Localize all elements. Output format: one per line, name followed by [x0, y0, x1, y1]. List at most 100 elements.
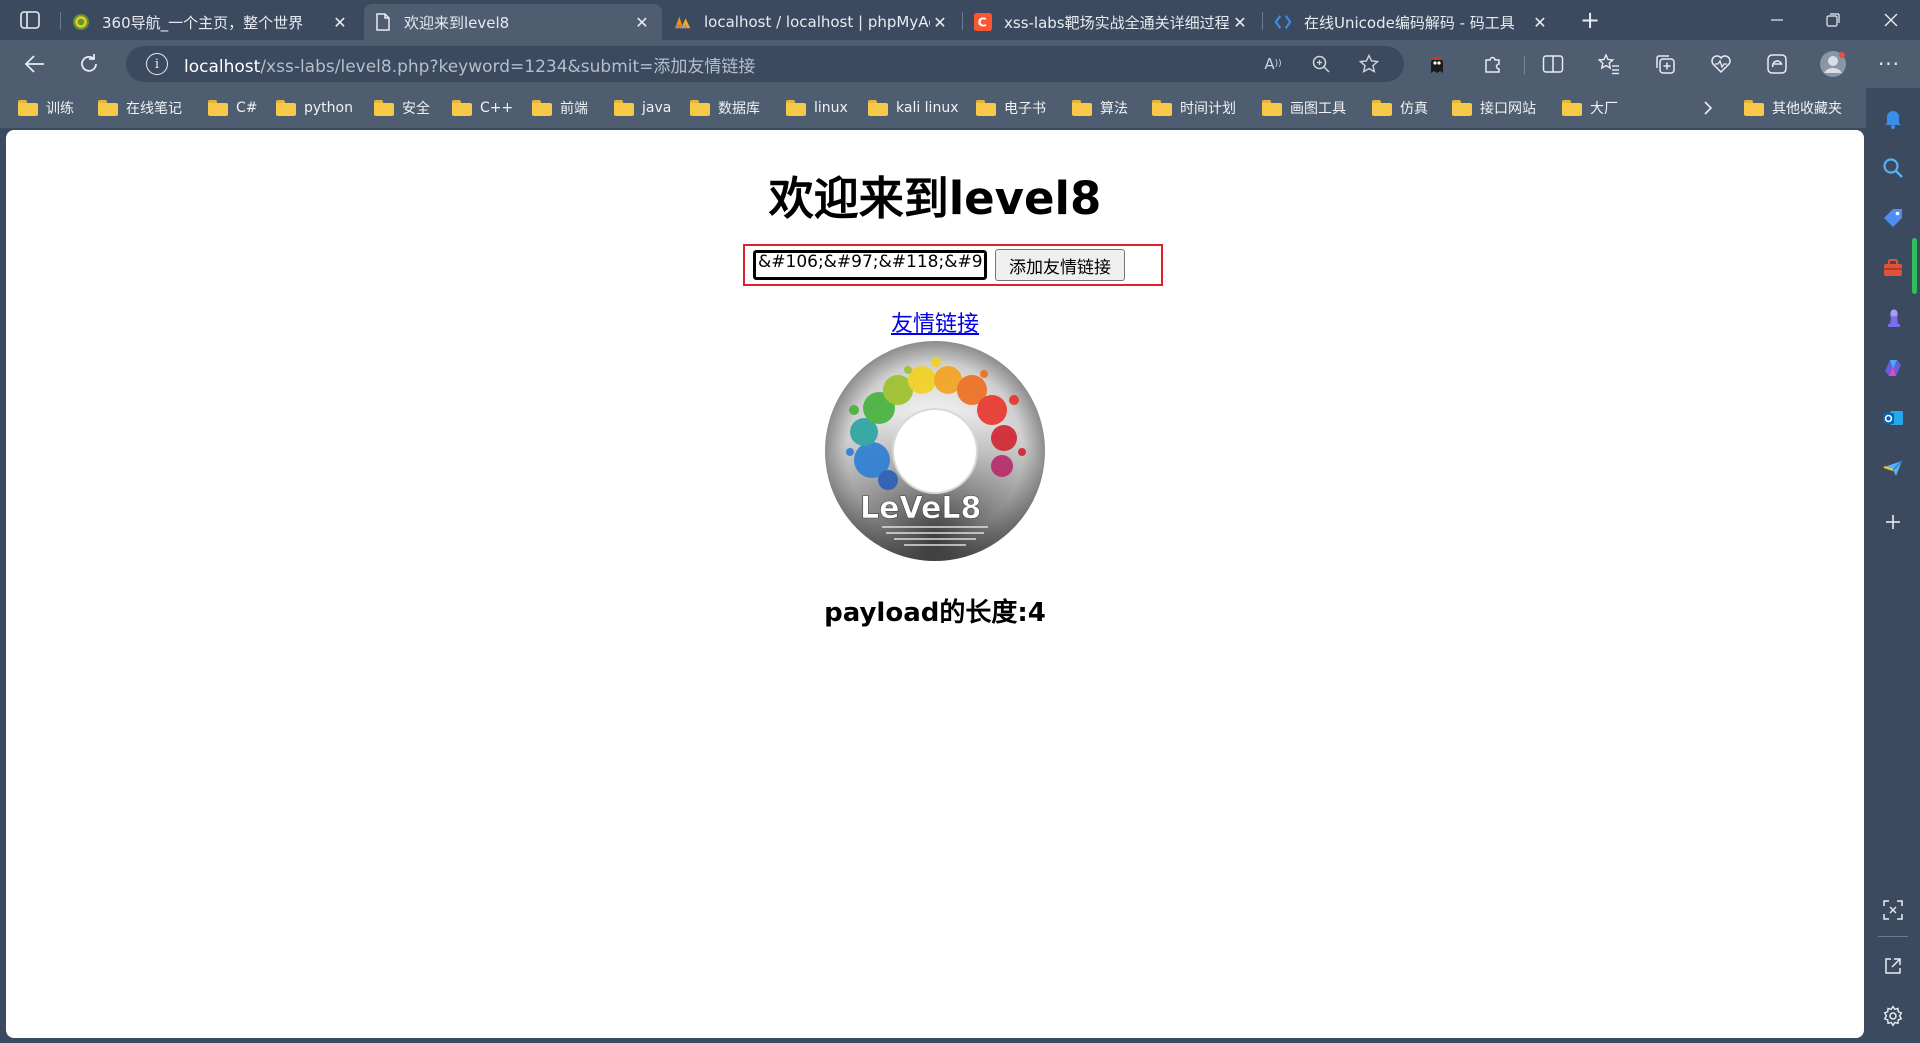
heart-pulse-icon [1711, 55, 1731, 74]
folder-icon [1452, 100, 1472, 116]
new-tab-button[interactable]: + [1574, 6, 1606, 34]
browser-essentials-button[interactable] [1704, 48, 1738, 80]
settings-and-more-button[interactable]: ··· [1872, 48, 1906, 80]
chess-piece-icon [1888, 309, 1900, 327]
sidebar-games-button[interactable] [1877, 302, 1909, 334]
bookmark-folder[interactable]: 安全 [374, 96, 430, 120]
bookmark-folder[interactable]: 大厂 [1562, 96, 1618, 120]
svg-text:C: C [978, 15, 987, 30]
site-info-icon[interactable]: i [146, 53, 168, 75]
bookmark-folder[interactable]: C# [208, 96, 258, 120]
bookmark-label: 接口网站 [1480, 101, 1536, 117]
tab-separator [962, 12, 963, 30]
address-bar[interactable]: i localhost/xss-labs/level8.php?keyword=… [126, 46, 1404, 82]
bookmark-folder[interactable]: python [276, 96, 353, 120]
keyword-input[interactable]: &#106;&#97;&#118;&#97;&#115;&#99;&#114;&… [752, 249, 988, 281]
ghost-extension-icon [1431, 57, 1443, 73]
sidebar-scrollbar[interactable] [1912, 238, 1917, 294]
extension-ghost-button[interactable] [1420, 48, 1454, 80]
bookmark-folder[interactable]: 时间计划 [1152, 96, 1236, 120]
edge-sidebar [1866, 88, 1920, 1043]
bookmark-folder[interactable]: kali linux [868, 96, 958, 120]
close-window-button[interactable] [1864, 0, 1918, 40]
close-tab-icon[interactable]: ✕ [632, 12, 652, 32]
friend-link-anchor[interactable]: 友情链接 [891, 312, 979, 337]
bookmark-folder[interactable]: 电子书 [976, 96, 1046, 120]
more-horizontal-icon: ··· [1877, 52, 1901, 76]
zoom-icon[interactable] [1308, 52, 1334, 76]
sidebar-open-external-button[interactable] [1877, 950, 1909, 982]
tab-csdn[interactable]: C xss-labs靶场实战全通关详细过程 ✕ [964, 4, 1260, 40]
close-tab-icon[interactable]: ✕ [330, 12, 350, 32]
sidebar-notifications-button[interactable] [1877, 102, 1909, 134]
favorite-star-icon[interactable] [1356, 52, 1382, 76]
plus-icon: + [1579, 6, 1601, 34]
sidebar-tools-button[interactable] [1877, 252, 1909, 284]
search-icon [1883, 158, 1903, 178]
bookmark-folder[interactable]: 仿真 [1372, 96, 1428, 120]
sidebar-copilot-button[interactable] [1877, 352, 1909, 384]
close-tab-icon[interactable]: ✕ [1230, 12, 1250, 32]
bookmark-folder[interactable]: 算法 [1072, 96, 1128, 120]
read-aloud-icon[interactable]: A)) [1260, 52, 1286, 76]
disc-label-text: LeVeL8 [860, 491, 981, 526]
bookmark-label: 时间计划 [1180, 101, 1236, 117]
sidebar-outlook-button[interactable] [1877, 402, 1909, 434]
sidebar-shopping-button[interactable] [1877, 202, 1909, 234]
restore-icon [1826, 13, 1840, 27]
tab-separator [60, 12, 61, 30]
keyword-form-highlight: &#106;&#97;&#118;&#97;&#115;&#99;&#114;&… [743, 244, 1163, 286]
sidebar-screenshot-button[interactable] [1877, 894, 1909, 926]
favorites-list-icon [1598, 53, 1619, 75]
screenshot-icon [1883, 900, 1903, 920]
avatar [1820, 51, 1846, 77]
more-bookmarks-button[interactable] [1696, 96, 1720, 120]
folder-icon [276, 100, 296, 116]
tab-actions-menu-button[interactable] [14, 8, 46, 32]
bookmark-folder[interactable]: 前端 [532, 96, 588, 120]
restore-button[interactable] [1806, 0, 1860, 40]
collections-button[interactable] [1648, 48, 1682, 80]
close-tab-icon[interactable]: ✕ [1530, 12, 1550, 32]
bookmark-folder[interactable]: C++ [452, 96, 513, 120]
other-favorites-folder[interactable]: 其他收藏夹 [1744, 96, 1842, 120]
bookmark-folder[interactable]: java [614, 96, 671, 120]
bookmark-label: 电子书 [1004, 101, 1046, 117]
close-tab-icon[interactable]: ✕ [930, 12, 950, 32]
profile-button[interactable] [1816, 48, 1850, 80]
sidebar-add-button[interactable] [1877, 506, 1909, 538]
sidebar-telegram-button[interactable] [1877, 452, 1909, 484]
folder-icon [1744, 100, 1764, 116]
sidebar-settings-button[interactable] [1877, 1000, 1909, 1032]
back-button[interactable] [18, 48, 52, 80]
puzzle-icon [1485, 56, 1500, 73]
folder-icon [532, 100, 552, 116]
open-external-icon [1885, 958, 1901, 974]
folder-icon [1262, 100, 1282, 116]
extensions-button[interactable] [1476, 48, 1510, 80]
bookmark-folder[interactable]: 数据库 [690, 96, 760, 120]
bookmark-folder[interactable]: 在线笔记 [98, 96, 182, 120]
tab-360-nav[interactable]: 360导航_一个主页，整个世界 ✕ [62, 4, 360, 40]
tab-unicode-tool[interactable]: 在线Unicode编码解码 - 码工具 ✕ [1264, 4, 1560, 40]
bookmark-folder[interactable]: 画图工具 [1262, 96, 1346, 120]
url-text[interactable]: localhost/xss-labs/level8.php?keyword=12… [184, 52, 755, 77]
minimize-button[interactable] [1750, 0, 1804, 40]
tab-level8[interactable]: 欢迎来到level8 ✕ [364, 4, 662, 40]
split-screen-button[interactable] [1536, 48, 1570, 80]
tab-title: localhost / localhost | phpMyAdmi [704, 13, 930, 31]
bookmark-folder[interactable]: linux [786, 96, 848, 120]
refresh-button[interactable] [72, 48, 106, 80]
folder-icon [1152, 100, 1172, 116]
bookmark-folder[interactable]: 训练 [18, 96, 74, 120]
bookmark-folder[interactable]: 接口网站 [1452, 96, 1536, 120]
favorites-button[interactable] [1592, 48, 1626, 80]
bookmarks-bar: 训练 在线笔记 C# python 安全 C++ 前端 java 数据库 lin… [0, 88, 1920, 128]
folder-icon [976, 100, 996, 116]
edge-drop-button[interactable] [1760, 48, 1794, 80]
tab-phpmyadmin[interactable]: PMA localhost / localhost | phpMyAdmi ✕ [664, 4, 960, 40]
collections-icon [1656, 55, 1675, 74]
sidebar-search-button[interactable] [1877, 152, 1909, 184]
add-friend-link-button[interactable]: 添加友情链接 [995, 249, 1125, 281]
bookmark-label: java [642, 100, 672, 116]
